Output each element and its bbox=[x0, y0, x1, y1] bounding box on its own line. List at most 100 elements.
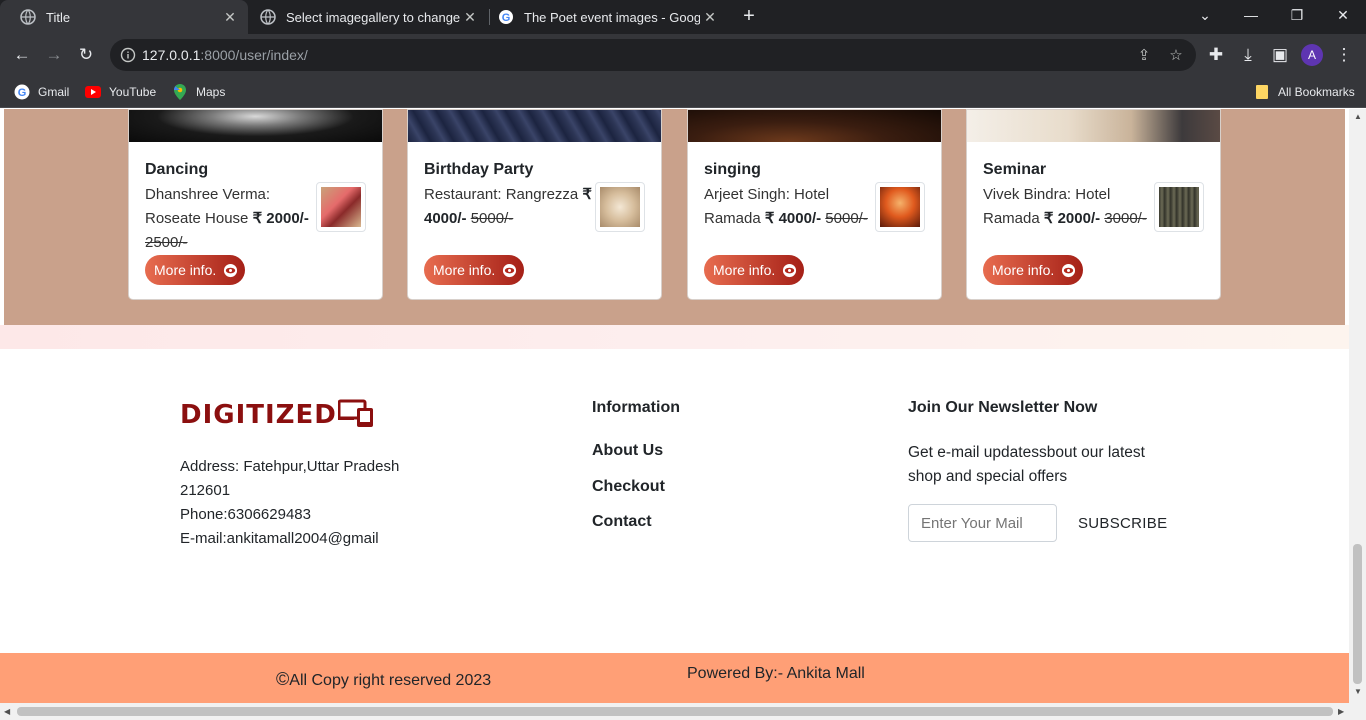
share-icon[interactable]: ⇪ bbox=[1134, 46, 1154, 66]
globe-icon bbox=[260, 9, 276, 25]
horizontal-scrollbar[interactable]: ◀ ▶ bbox=[0, 703, 1366, 720]
newsletter-email-input[interactable] bbox=[908, 504, 1057, 542]
scrollbar-thumb[interactable] bbox=[17, 707, 1333, 716]
all-bookmarks[interactable]: All Bookmarks bbox=[1254, 82, 1355, 102]
section-divider bbox=[0, 325, 1349, 349]
extensions-icon[interactable]: ✚ bbox=[1203, 42, 1229, 68]
restore-button[interactable]: ❐ bbox=[1274, 0, 1320, 30]
tab-label: The Poet event images - Google bbox=[524, 9, 700, 25]
event-image bbox=[408, 110, 661, 142]
event-title: Dancing bbox=[145, 161, 209, 178]
eye-icon bbox=[1060, 262, 1076, 278]
event-image bbox=[967, 110, 1220, 142]
scrollbar-thumb[interactable] bbox=[1353, 544, 1362, 684]
event-image bbox=[688, 110, 941, 142]
menu-icon[interactable]: ⋮ bbox=[1331, 42, 1357, 68]
event-thumbnail[interactable] bbox=[316, 182, 366, 232]
address-bar[interactable]: 127.0.0.1:8000/user/index/ ⇪ ☆ bbox=[110, 39, 1196, 71]
event-card: Birthday Party Restaurant: Rangrezza ₹ 4… bbox=[407, 109, 662, 300]
bookmark-label: Maps bbox=[196, 85, 226, 99]
google-icon: G bbox=[498, 9, 514, 25]
more-info-button[interactable]: More info. bbox=[704, 255, 804, 285]
scroll-left-icon[interactable]: ◀ bbox=[4, 707, 10, 716]
event-image bbox=[129, 110, 382, 142]
close-window-button[interactable]: ✕ bbox=[1320, 0, 1366, 30]
tab-search-icon[interactable]: ⌄ bbox=[1182, 0, 1228, 30]
postal-code: 212601 bbox=[180, 482, 231, 499]
site-info-icon[interactable] bbox=[120, 47, 136, 63]
bookmark-label: Gmail bbox=[38, 85, 70, 99]
subscribe-button[interactable]: SUBSCRIBE bbox=[1070, 504, 1175, 542]
event-thumbnail[interactable] bbox=[875, 182, 925, 232]
button-label: More info. bbox=[992, 262, 1055, 278]
event-thumbnail[interactable] bbox=[595, 182, 645, 232]
tab-imagegallery[interactable]: Select imagegallery to change | D ✕ bbox=[250, 0, 488, 34]
event-thumbnail[interactable] bbox=[1154, 182, 1204, 232]
event-card: Dancing Dhanshree Verma: Roseate House ₹… bbox=[128, 109, 383, 300]
side-panel-icon[interactable]: ▣ bbox=[1267, 42, 1293, 68]
youtube-icon bbox=[85, 84, 101, 100]
folder-icon bbox=[1254, 84, 1270, 100]
vertical-scrollbar[interactable]: ▲ ▼ bbox=[1349, 109, 1366, 703]
scroll-down-icon[interactable]: ▼ bbox=[1354, 687, 1362, 696]
page-viewport: Dancing Dhanshree Verma: Roseate House ₹… bbox=[0, 109, 1349, 703]
about-us-link[interactable]: About Us bbox=[592, 442, 663, 460]
close-tab-icon[interactable]: ✕ bbox=[700, 9, 720, 26]
powered-by: Powered By:- Ankita Mall bbox=[687, 665, 865, 682]
eye-icon bbox=[781, 262, 797, 278]
reload-icon[interactable]: ↻ bbox=[73, 42, 99, 68]
information-heading: Information bbox=[592, 399, 680, 416]
downloads-icon[interactable]: ⤓ bbox=[1235, 42, 1261, 68]
site-logo[interactable]: DIGITIZED bbox=[180, 399, 374, 431]
close-tab-icon[interactable]: ✕ bbox=[460, 9, 480, 26]
svg-text:G: G bbox=[18, 87, 27, 99]
bookmark-youtube[interactable]: YouTube bbox=[85, 82, 156, 102]
button-label: More info. bbox=[154, 262, 217, 278]
bookmark-maps[interactable]: Maps bbox=[172, 82, 225, 102]
forward-icon[interactable]: → bbox=[41, 42, 67, 68]
newsletter-heading: Join Our Newsletter Now bbox=[908, 399, 1098, 416]
profile-avatar[interactable]: A bbox=[1301, 44, 1323, 66]
event-title: Seminar bbox=[983, 161, 1047, 178]
event-description: Dhanshree Verma: Roseate House ₹ 2000/- … bbox=[145, 186, 309, 251]
tab-title[interactable]: Title ✕ bbox=[0, 0, 248, 34]
tab-label: Title bbox=[46, 9, 71, 25]
back-icon[interactable]: ← bbox=[9, 42, 35, 68]
bookmark-gmail[interactable]: G Gmail bbox=[14, 82, 69, 102]
more-info-button[interactable]: More info. bbox=[983, 255, 1083, 285]
event-card: Seminar Vivek Bindra: Hotel Ramada ₹ 200… bbox=[966, 109, 1221, 300]
scroll-right-icon[interactable]: ▶ bbox=[1338, 707, 1344, 716]
browser-tab-strip: Title ✕ Select imagegallery to change | … bbox=[0, 0, 1366, 34]
checkout-link[interactable]: Checkout bbox=[592, 478, 665, 496]
scroll-up-icon[interactable]: ▲ bbox=[1354, 112, 1362, 121]
event-description: Restaurant: Rangrezza ₹ 4000/- 5000/- bbox=[424, 186, 592, 227]
more-info-button[interactable]: More info. bbox=[424, 255, 524, 285]
minimize-button[interactable]: — bbox=[1228, 0, 1274, 30]
contact-info: Address: Fatehpur,Uttar Pradesh 212601 P… bbox=[180, 455, 440, 551]
eye-icon bbox=[501, 262, 517, 278]
bookmark-star-icon[interactable]: ☆ bbox=[1166, 46, 1186, 66]
event-title: Birthday Party bbox=[424, 161, 534, 178]
globe-icon bbox=[20, 9, 36, 25]
copyright: ©All Copy right reserved 2023 bbox=[276, 669, 491, 690]
more-info-button[interactable]: More info. bbox=[145, 255, 245, 285]
new-tab-button[interactable]: + bbox=[738, 5, 760, 27]
browser-toolbar: ← → ↻ 127.0.0.1:8000/user/index/ ⇪ ☆ ✚ ⤓… bbox=[0, 34, 1366, 76]
devices-icon bbox=[337, 398, 374, 433]
event-description: Arjeet Singh: Hotel Ramada ₹ 4000/- 5000… bbox=[704, 186, 868, 227]
event-card: singing Arjeet Singh: Hotel Ramada ₹ 400… bbox=[687, 109, 942, 300]
address: Address: Fatehpur,Uttar Pradesh bbox=[180, 458, 400, 475]
contact-link[interactable]: Contact bbox=[592, 513, 652, 531]
close-tab-icon[interactable]: ✕ bbox=[220, 9, 240, 26]
copyright-text: All Copy right reserved 2023 bbox=[289, 672, 492, 689]
button-label: More info. bbox=[433, 262, 496, 278]
url-text: 127.0.0.1:8000/user/index/ bbox=[142, 47, 308, 63]
event-title: singing bbox=[704, 161, 761, 178]
email: E-mail:ankitamall2004@gmail bbox=[180, 530, 379, 547]
all-bookmarks-label: All Bookmarks bbox=[1278, 85, 1355, 99]
logo-text: DIGITIZED bbox=[180, 400, 337, 430]
tab-google-images[interactable]: G The Poet event images - Google ✕ bbox=[488, 0, 728, 34]
google-icon: G bbox=[14, 84, 30, 100]
phone: Phone:6306629483 bbox=[180, 506, 311, 523]
copyright-icon: © bbox=[276, 669, 290, 689]
